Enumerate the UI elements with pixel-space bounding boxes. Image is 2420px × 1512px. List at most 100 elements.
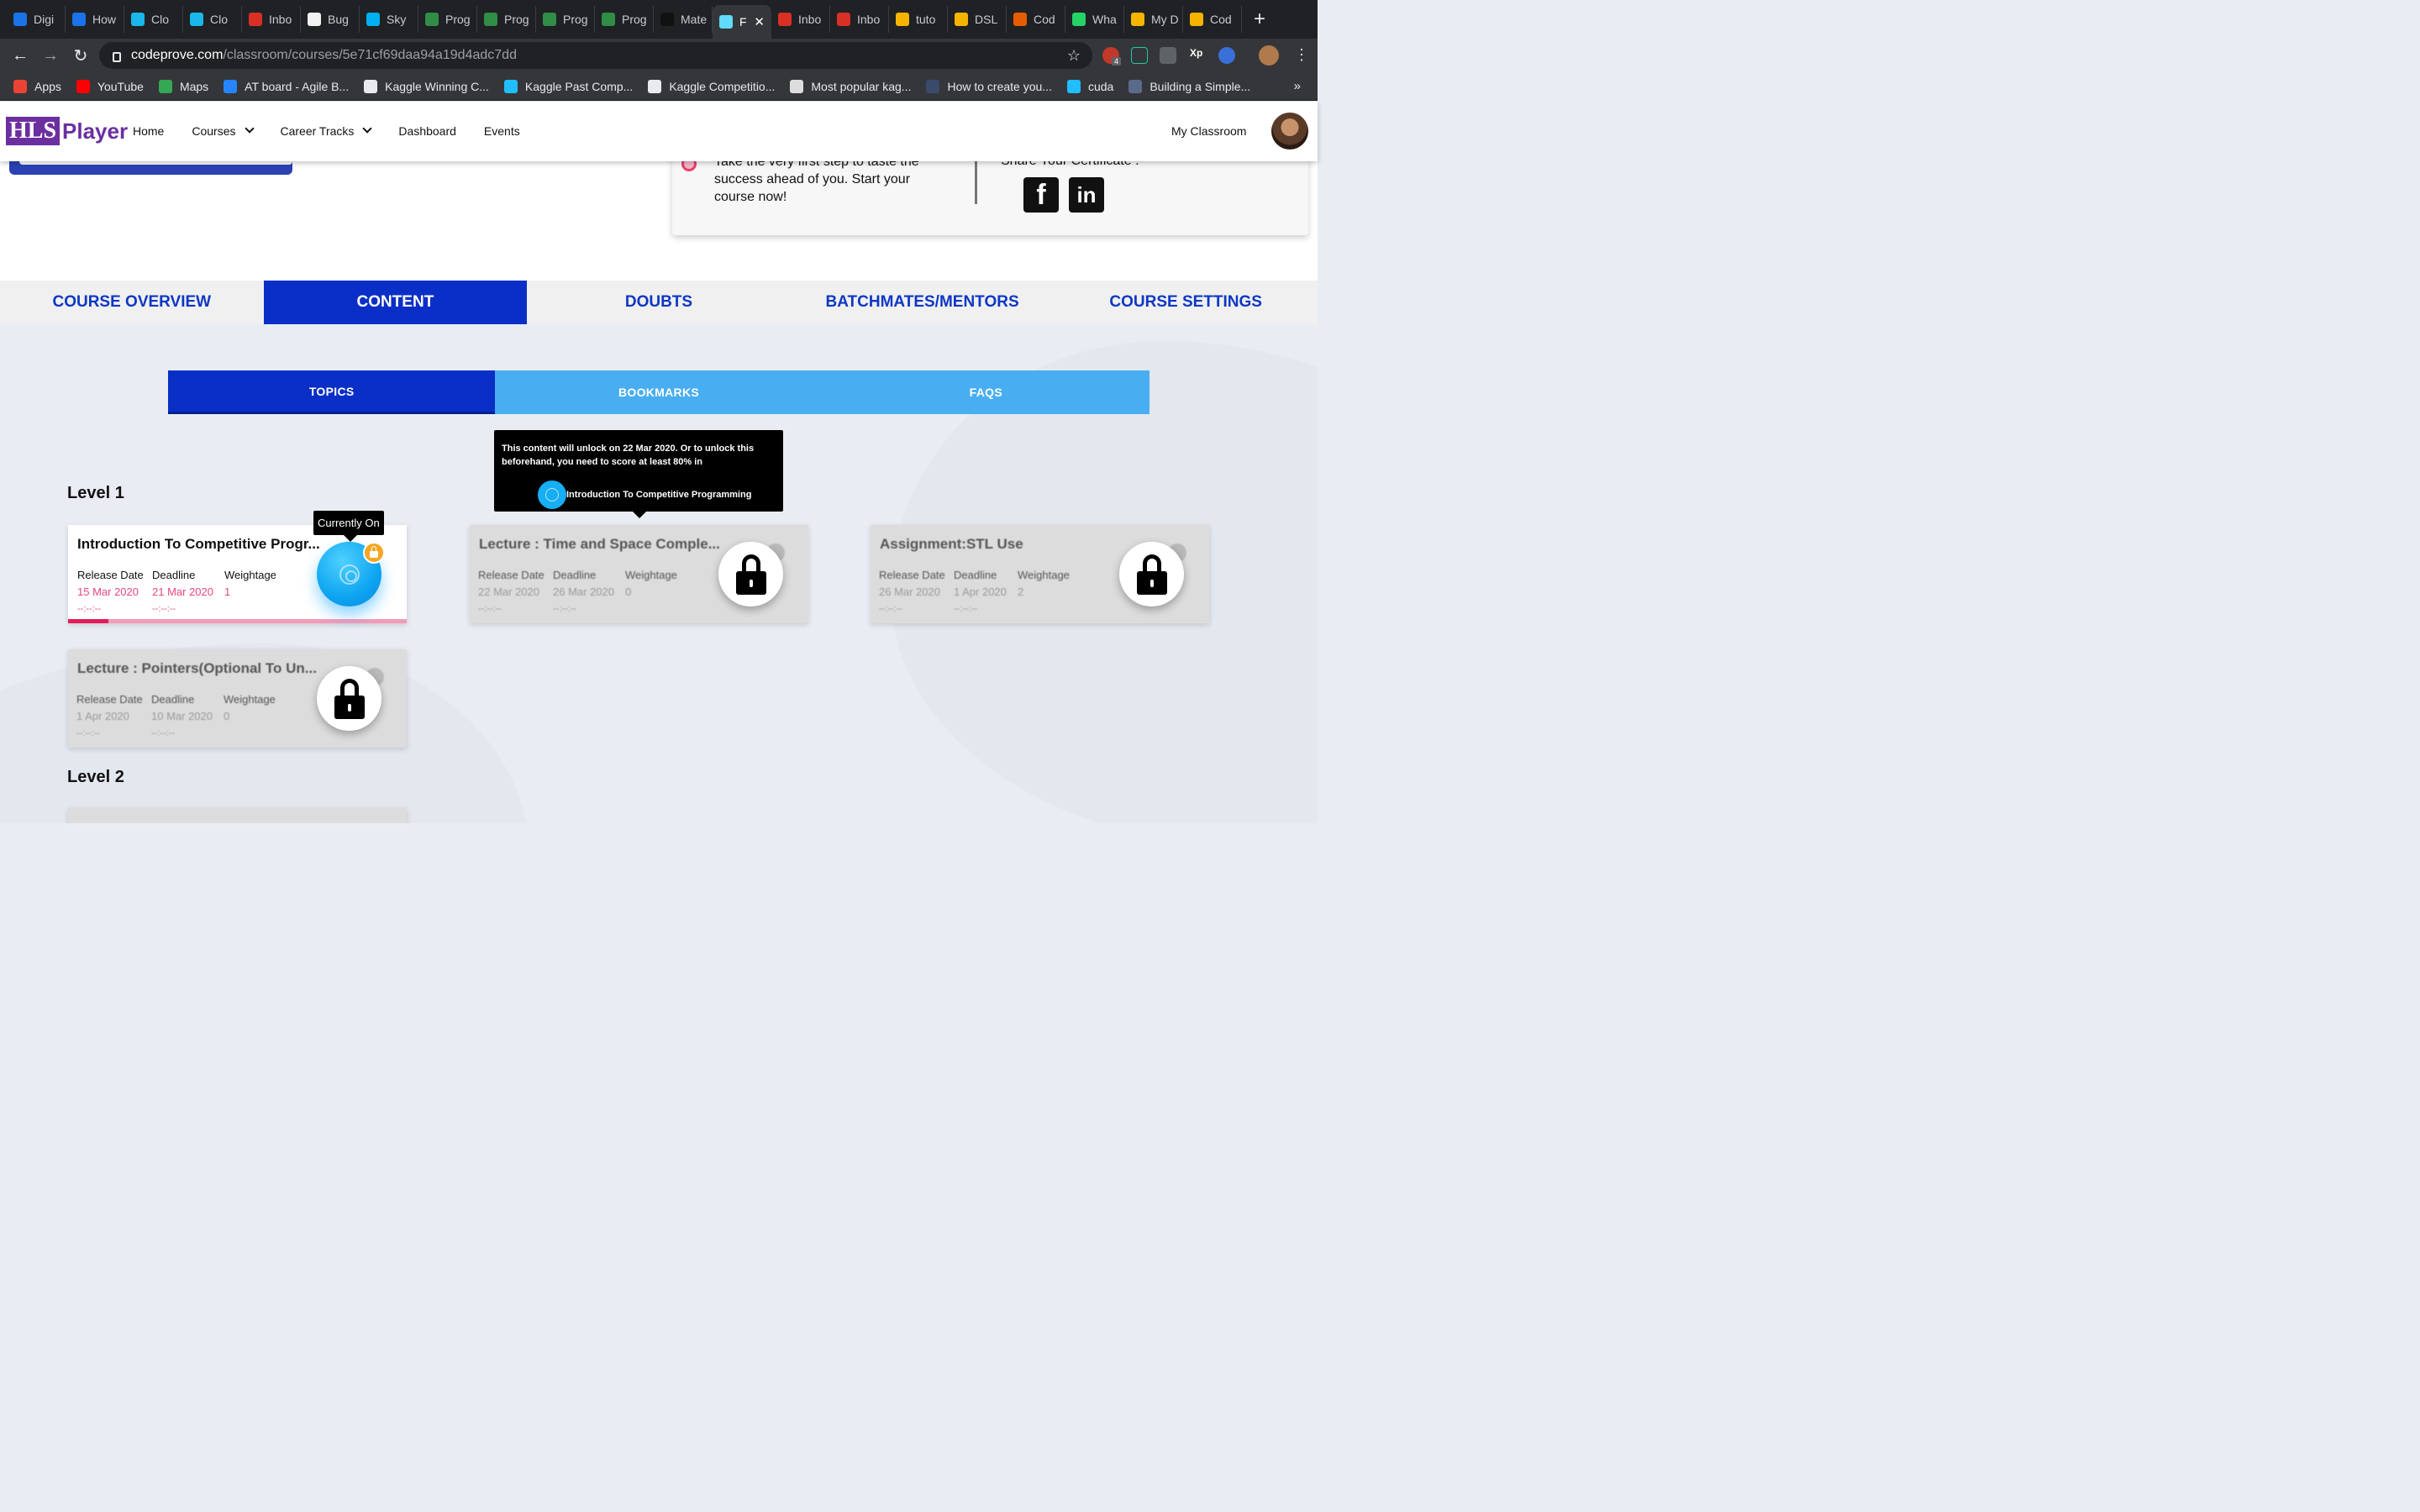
prerequisite-topic[interactable]: Introduction To Competitive Programming xyxy=(538,480,751,509)
user-avatar[interactable] xyxy=(1271,113,1308,150)
logo-mark: HLS xyxy=(6,117,60,145)
tab-course-overview[interactable]: COURSE OVERVIEW xyxy=(0,281,264,324)
subtab-faqs[interactable]: FAQS xyxy=(822,370,1150,414)
browser-tab[interactable]: Mate xyxy=(654,6,713,33)
tab-title: F xyxy=(739,15,747,29)
chevron-down-icon xyxy=(244,123,255,134)
bookmark-icon xyxy=(224,79,238,93)
locked-topic-button[interactable] xyxy=(1119,542,1184,606)
tab-title: Prog xyxy=(563,13,588,26)
browser-tab[interactable]: F ✕ xyxy=(713,5,771,39)
nav-events[interactable]: Events xyxy=(484,124,520,138)
bookmarks-bar: Apps YouTube Maps AT board - Agile B... Kagg… xyxy=(0,72,1318,101)
tab-favicon-icon xyxy=(366,13,380,26)
tab-title: Prog xyxy=(622,13,647,26)
browser-tab[interactable]: Cod xyxy=(1007,6,1065,33)
browser-tab[interactable]: My D xyxy=(1124,6,1183,33)
browser-tab[interactable]: Digi xyxy=(7,6,66,33)
topic-title: Lecture : Pointers(Optional To Un... xyxy=(77,660,317,676)
facebook-icon[interactable]: f xyxy=(1023,177,1059,213)
profile-avatar[interactable] xyxy=(1259,45,1279,66)
tab-title: Cod xyxy=(1210,13,1232,26)
browser-tab[interactable]: How xyxy=(66,6,124,33)
nav-home[interactable]: Home xyxy=(133,124,164,138)
url-host: codeprove.com xyxy=(131,48,224,62)
bookmark-item[interactable]: Kaggle Competitio... xyxy=(648,79,776,93)
tab-title: Inbo xyxy=(857,13,881,26)
bookmark-item[interactable]: Kaggle Past Comp... xyxy=(503,79,633,93)
browser-tab[interactable]: tuto xyxy=(889,6,948,33)
close-tab-icon[interactable]: ✕ xyxy=(754,14,765,29)
bookmark-label: Kaggle Competitio... xyxy=(669,79,776,93)
bookmark-icon xyxy=(926,79,940,93)
unlock-message: This content will unlock on 22 Mar 2020.… xyxy=(502,444,755,467)
nav-dashboard[interactable]: Dashboard xyxy=(398,124,456,138)
browser-tab[interactable]: DSL xyxy=(948,6,1007,33)
address-bar[interactable]: codeprove.com/classroom/courses/5e71cf69… xyxy=(99,42,1092,69)
browser-tab[interactable]: Clo xyxy=(124,6,183,33)
browser-tab[interactable]: Prog xyxy=(595,6,654,33)
browser-tab[interactable]: Inbo xyxy=(242,6,301,33)
bookmark-icon xyxy=(648,79,662,93)
topic-icon xyxy=(538,480,566,509)
tab-doubts[interactable]: DOUBTS xyxy=(527,281,791,324)
tab-content[interactable]: CONTENT xyxy=(263,281,528,324)
bookmark-item[interactable]: Apps xyxy=(13,79,61,93)
tab-favicon-icon xyxy=(543,13,556,26)
bookmarks-overflow-icon[interactable]: » xyxy=(1294,79,1301,93)
tab-favicon-icon xyxy=(308,13,321,26)
locked-topic-button[interactable] xyxy=(718,542,783,606)
locked-topic-button[interactable] xyxy=(317,666,381,731)
nav-courses[interactable]: Courses xyxy=(192,123,255,138)
topic-card-locked[interactable] xyxy=(68,808,407,823)
topic-icon xyxy=(339,564,360,585)
course-tabs: COURSE OVERVIEW CONTENT DOUBTS BATCHMATE… xyxy=(0,281,1318,324)
bookmark-star-icon[interactable]: ☆ xyxy=(1067,47,1081,65)
deadline-time: --:--:-- xyxy=(553,604,577,614)
tab-course-settings[interactable]: COURSE SETTINGS xyxy=(1054,281,1318,324)
bookmark-icon xyxy=(13,79,27,93)
browser-tab[interactable]: Clo xyxy=(183,6,242,33)
menu-icon[interactable]: ⋮ xyxy=(1294,46,1309,64)
new-tab-button[interactable]: + xyxy=(1254,8,1265,31)
bookmark-item[interactable]: AT board - Agile B... xyxy=(224,79,349,93)
bookmark-item[interactable]: How to create you... xyxy=(926,79,1052,93)
subtab-bookmarks[interactable]: BOOKMARKS xyxy=(495,370,823,414)
tab-favicon-icon xyxy=(778,13,792,26)
browser-tab[interactable]: Prog xyxy=(418,6,477,33)
hlsplayer-logo[interactable]: HLS Player xyxy=(6,117,128,145)
browser-tab[interactable]: Wha xyxy=(1065,6,1124,33)
browser-tab[interactable]: Sky xyxy=(360,6,418,33)
weightage-column: Weightage 2 xyxy=(1018,567,1070,601)
bookmark-item[interactable]: Building a Simple... xyxy=(1128,79,1250,93)
browser-tab[interactable]: Prog xyxy=(477,6,536,33)
extension-icon[interactable] xyxy=(1160,47,1176,64)
deadline-label: Deadline xyxy=(151,693,195,706)
browser-tab[interactable]: Bug xyxy=(301,6,360,33)
linkedin-icon[interactable]: in xyxy=(1069,177,1104,213)
browser-tab[interactable]: Prog xyxy=(536,6,595,33)
nav-career-tracks[interactable]: Career Tracks xyxy=(281,123,373,138)
subtab-topics[interactable]: TOPICS xyxy=(168,370,496,414)
reload-icon[interactable]: ↻ xyxy=(66,45,96,66)
tab-batchmates-mentors[interactable]: BATCHMATES/MENTORS xyxy=(791,281,1055,324)
main-nav: Home Courses Career Tracks Dashboard Eve… xyxy=(133,123,548,138)
browser-tab[interactable]: Inbo xyxy=(830,6,889,33)
bookmark-item[interactable]: Kaggle Winning C... xyxy=(364,79,489,93)
bookmark-item[interactable]: Maps xyxy=(158,79,208,93)
back-icon[interactable]: ← xyxy=(5,46,35,66)
bookmark-item[interactable]: Most popular kag... xyxy=(790,79,911,93)
my-classroom-link[interactable]: My Classroom xyxy=(1171,124,1246,138)
weightage-column: Weightage 1 xyxy=(224,567,276,601)
tab-favicon-icon xyxy=(1072,13,1086,26)
bookmark-item[interactable]: cuda xyxy=(1066,79,1113,93)
forward-icon[interactable]: → xyxy=(35,46,66,66)
logo-text: Player xyxy=(62,118,129,144)
xp-extension-icon[interactable]: Xp xyxy=(1190,47,1207,64)
browser-tab[interactable]: Cod xyxy=(1183,6,1242,33)
bookmark-item[interactable]: YouTube xyxy=(76,79,144,93)
extension-icon[interactable] xyxy=(1218,47,1235,64)
bookmark-icon xyxy=(76,79,90,93)
notion-extension-icon[interactable] xyxy=(1131,47,1148,64)
browser-tab[interactable]: Inbo xyxy=(771,6,830,33)
